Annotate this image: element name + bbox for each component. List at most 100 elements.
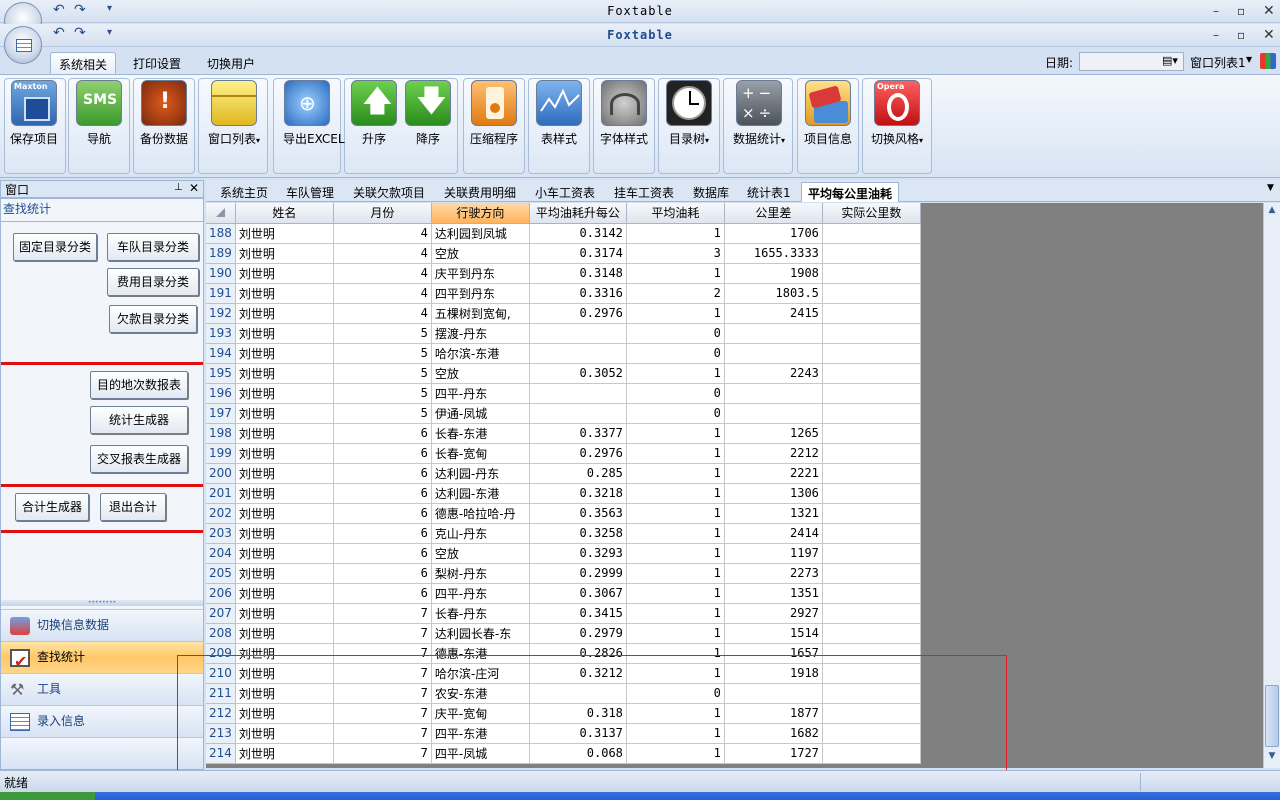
tab-statistics-1[interactable]: 统计表1 — [741, 182, 797, 202]
table-cell[interactable]: 达利园-丹东 — [431, 463, 530, 484]
table-cell[interactable]: 刘世明 — [235, 223, 334, 244]
table-cell[interactable]: 0.3258 — [529, 523, 627, 544]
table-cell[interactable] — [822, 283, 921, 304]
table-row[interactable]: 207 刘世明 7 长春-丹东 0.3415 1 2927 — [206, 603, 921, 624]
table-cell[interactable]: 0 — [626, 323, 725, 344]
fixed-category-button[interactable]: 固定目录分类 — [13, 233, 97, 261]
table-cell[interactable]: 5 — [333, 343, 432, 364]
table-cell[interactable] — [822, 623, 921, 644]
window-list-button[interactable]: 窗口列表▾ — [208, 80, 260, 168]
table-cell[interactable]: 刘世明 — [235, 623, 334, 644]
font-style-button[interactable]: 字体样式 — [600, 80, 648, 168]
table-cell[interactable]: 德惠-东港 — [431, 643, 530, 664]
row-number[interactable]: 202 — [206, 503, 236, 524]
table-cell[interactable]: 四平-凤城 — [431, 743, 530, 764]
table-cell[interactable]: 1321 — [724, 503, 823, 524]
row-number[interactable]: 204 — [206, 543, 236, 564]
table-cell[interactable]: 长春-丹东 — [431, 603, 530, 624]
table-cell[interactable]: 4 — [333, 303, 432, 324]
table-row[interactable]: 209 刘世明 7 德惠-东港 0.2826 1 1657 — [206, 643, 921, 664]
table-cell[interactable]: 1 — [626, 443, 725, 464]
table-cell[interactable]: 刘世明 — [235, 643, 334, 664]
table-cell[interactable]: 刘世明 — [235, 563, 334, 584]
table-cell[interactable] — [724, 343, 823, 364]
table-row[interactable]: 212 刘世明 7 庆平-宽甸 0.318 1 1877 — [206, 703, 921, 724]
table-row[interactable]: 206 刘世明 6 四平-丹东 0.3067 1 1351 — [206, 583, 921, 604]
table-row[interactable]: 189 刘世明 4 空放 0.3174 3 1655.3333 — [206, 243, 921, 264]
table-cell[interactable]: 1657 — [724, 643, 823, 664]
table-cell[interactable]: 5 — [333, 323, 432, 344]
table-cell[interactable]: 1 — [626, 663, 725, 684]
table-cell[interactable]: 刘世明 — [235, 503, 334, 524]
sort-descending-button[interactable]: 🡇 降序 — [404, 80, 452, 168]
sort-ascending-button[interactable]: 🡅 升序 — [350, 80, 398, 168]
table-cell[interactable]: 7 — [333, 623, 432, 644]
row-number[interactable]: 189 — [206, 243, 236, 264]
table-cell[interactable] — [822, 323, 921, 344]
table-cell[interactable]: 摆渡-丹东 — [431, 323, 530, 344]
date-input[interactable]: ▤▾ — [1079, 52, 1184, 71]
window-list-chevron-icon[interactable]: ▼ — [1246, 55, 1252, 64]
row-number[interactable]: 193 — [206, 323, 236, 344]
table-cell[interactable]: 2 — [626, 283, 725, 304]
save-project-button[interactable]: Maxton 保存项目 — [10, 80, 58, 168]
table-cell[interactable]: 0.3067 — [529, 583, 627, 604]
table-cell[interactable]: 1655.3333 — [724, 243, 823, 264]
table-cell[interactable]: 1 — [626, 603, 725, 624]
table-cell[interactable] — [822, 583, 921, 604]
table-cell[interactable]: 刘世明 — [235, 523, 334, 544]
table-cell[interactable] — [724, 323, 823, 344]
table-cell[interactable]: 6 — [333, 443, 432, 464]
table-cell[interactable]: 0 — [626, 403, 725, 424]
table-cell[interactable]: 1 — [626, 463, 725, 484]
pin-icon[interactable]: ⊥ — [174, 182, 183, 193]
table-row[interactable]: 211 刘世明 7 农安-东港 0 — [206, 683, 921, 704]
row-number[interactable]: 212 — [206, 703, 236, 724]
row-number[interactable]: 207 — [206, 603, 236, 624]
table-row[interactable]: 191 刘世明 4 四平到丹东 0.3316 2 1803.5 — [206, 283, 921, 304]
tab-print-settings[interactable]: 打印设置 — [125, 52, 189, 74]
calendar-icon[interactable]: ▤▾ — [1162, 54, 1178, 67]
table-cell[interactable] — [822, 483, 921, 504]
table-cell[interactable]: 四平-丹东 — [431, 383, 530, 404]
table-cell[interactable]: 0.285 — [529, 463, 627, 484]
table-cell[interactable]: 1706 — [724, 223, 823, 244]
table-row[interactable]: 197 刘世明 5 伊通-凤城 0 — [206, 403, 921, 424]
row-number[interactable]: 206 — [206, 583, 236, 604]
total-generator-button[interactable]: 合计生成器 — [15, 493, 89, 521]
restore-icon[interactable]: ▫ — [1237, 4, 1245, 18]
table-cell[interactable]: 空放 — [431, 543, 530, 564]
table-cell[interactable]: 0.318 — [529, 703, 627, 724]
table-cell[interactable] — [529, 683, 627, 704]
backup-data-button[interactable]: ! 备份数据 — [140, 80, 188, 168]
expense-category-button[interactable]: 费用目录分类 — [107, 268, 199, 296]
table-cell[interactable]: 1 — [626, 703, 725, 724]
row-number[interactable]: 191 — [206, 283, 236, 304]
table-cell[interactable]: 1197 — [724, 543, 823, 564]
vertical-scrollbar[interactable]: ▲ ▼ — [1263, 203, 1280, 768]
table-cell[interactable]: 7 — [333, 703, 432, 724]
table-cell[interactable]: 刘世明 — [235, 703, 334, 724]
export-excel-button[interactable]: ⊕ 导出EXCEL — [283, 80, 345, 168]
table-cell[interactable] — [822, 443, 921, 464]
table-cell[interactable]: 6 — [333, 543, 432, 564]
table-cell[interactable]: 0.2999 — [529, 563, 627, 584]
select-all-corner[interactable] — [206, 203, 236, 224]
table-cell[interactable]: 0.3148 — [529, 263, 627, 284]
table-cell[interactable]: 2212 — [724, 443, 823, 464]
table-cell[interactable]: 1 — [626, 503, 725, 524]
table-cell[interactable]: 1682 — [724, 723, 823, 744]
table-cell[interactable]: 2243 — [724, 363, 823, 384]
directory-tree-button[interactable]: 目录树▾ — [665, 80, 713, 168]
table-cell[interactable] — [822, 683, 921, 704]
close-icon[interactable]: ✕ — [1263, 27, 1275, 43]
table-row[interactable]: 196 刘世明 5 四平-丹东 0 — [206, 383, 921, 404]
row-number[interactable]: 210 — [206, 663, 236, 684]
row-number[interactable]: 188 — [206, 223, 236, 244]
table-cell[interactable]: 2273 — [724, 563, 823, 584]
table-cell[interactable] — [822, 523, 921, 544]
table-cell[interactable]: 5 — [333, 383, 432, 404]
row-number[interactable]: 192 — [206, 303, 236, 324]
table-row[interactable]: 214 刘世明 7 四平-凤城 0.068 1 1727 — [206, 743, 921, 764]
table-cell[interactable]: 哈尔滨-东港 — [431, 343, 530, 364]
